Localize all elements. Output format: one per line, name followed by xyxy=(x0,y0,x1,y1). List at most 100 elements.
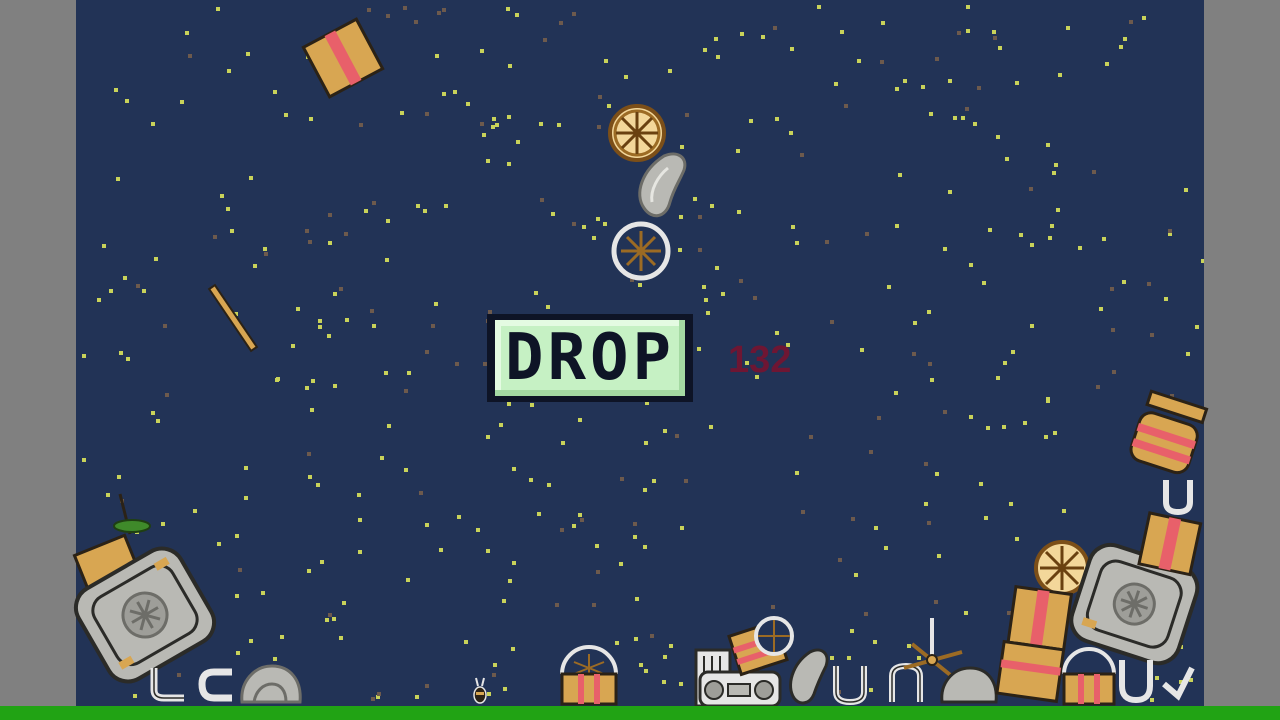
star xyxy=(1186,352,1190,356)
falling-crate-icon xyxy=(301,17,385,99)
star xyxy=(386,219,390,223)
game-screen: DROP 132 xyxy=(0,0,1280,720)
star xyxy=(924,502,928,506)
star xyxy=(1111,328,1115,332)
star xyxy=(125,99,129,103)
star xyxy=(102,244,106,248)
star xyxy=(650,634,654,638)
star xyxy=(709,425,713,429)
star xyxy=(142,289,146,293)
drop-button[interactable]: DROP xyxy=(487,314,693,402)
star xyxy=(965,107,969,111)
star xyxy=(1009,502,1013,506)
star xyxy=(895,87,899,91)
star xyxy=(921,85,925,89)
star xyxy=(136,284,140,288)
star xyxy=(508,64,512,68)
star xyxy=(1184,188,1188,192)
star xyxy=(934,600,938,604)
star xyxy=(948,79,952,83)
star xyxy=(512,561,516,565)
star xyxy=(973,122,977,126)
star xyxy=(603,222,607,226)
star xyxy=(529,478,533,482)
star xyxy=(715,266,719,270)
star xyxy=(1003,361,1007,365)
star xyxy=(284,113,288,117)
star xyxy=(263,247,267,251)
drop-button-face: DROP xyxy=(495,320,685,396)
star xyxy=(887,285,891,289)
star xyxy=(416,204,420,208)
star xyxy=(795,241,799,245)
star xyxy=(663,429,667,433)
star xyxy=(310,408,314,412)
star xyxy=(370,309,374,313)
star xyxy=(857,59,861,63)
star xyxy=(305,229,309,233)
pile-magnet-icon xyxy=(198,668,232,702)
star xyxy=(643,545,647,549)
star xyxy=(425,523,429,527)
star xyxy=(930,378,934,382)
star xyxy=(714,37,718,41)
star xyxy=(419,491,423,495)
star xyxy=(236,651,240,655)
bug-icon xyxy=(473,677,487,704)
star xyxy=(988,228,992,232)
star xyxy=(860,348,864,352)
star xyxy=(790,47,794,51)
falling-white-wheel-icon xyxy=(611,221,671,281)
star xyxy=(913,321,917,325)
star xyxy=(425,112,429,116)
star xyxy=(551,212,555,216)
pile-stone-icon xyxy=(940,666,998,704)
star xyxy=(592,603,596,607)
star xyxy=(652,479,656,483)
left-border xyxy=(0,0,76,720)
star xyxy=(789,131,793,135)
star xyxy=(572,222,576,226)
star xyxy=(668,69,672,73)
star xyxy=(328,241,332,245)
star xyxy=(635,597,639,601)
star xyxy=(439,548,443,552)
star xyxy=(327,334,331,338)
star xyxy=(119,351,123,355)
star xyxy=(309,117,313,121)
star xyxy=(515,13,519,17)
star xyxy=(840,30,844,34)
star xyxy=(371,697,375,701)
star xyxy=(740,32,744,36)
star xyxy=(372,201,376,205)
star xyxy=(1046,143,1050,147)
star xyxy=(1099,307,1103,311)
star xyxy=(684,479,688,483)
star xyxy=(1129,20,1133,24)
star xyxy=(927,310,931,314)
star xyxy=(830,320,834,324)
star xyxy=(948,190,952,194)
star xyxy=(507,162,511,166)
star xyxy=(966,29,970,33)
star xyxy=(444,204,448,208)
star xyxy=(1054,163,1058,167)
star xyxy=(133,694,137,698)
star xyxy=(634,637,638,641)
star xyxy=(492,117,496,121)
star xyxy=(555,603,559,607)
star xyxy=(801,510,805,514)
star xyxy=(480,122,484,126)
star xyxy=(547,483,551,487)
star xyxy=(580,518,584,522)
star xyxy=(838,558,842,562)
star xyxy=(969,263,973,267)
star xyxy=(493,663,497,667)
star xyxy=(163,324,167,328)
star xyxy=(578,513,582,517)
star xyxy=(873,640,877,644)
drop-button-label: DROP xyxy=(504,321,676,395)
star xyxy=(1005,157,1009,161)
pile-magnet-icon xyxy=(1119,660,1195,704)
star xyxy=(308,240,312,244)
